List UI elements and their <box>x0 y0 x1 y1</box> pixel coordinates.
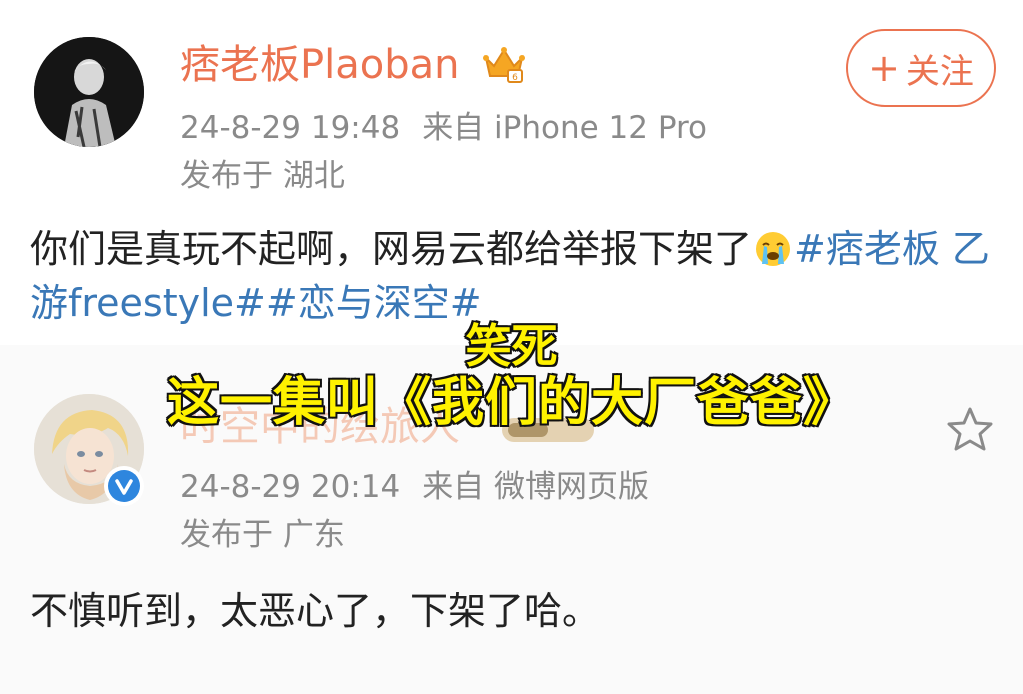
timestamp: 24-8-29 20:14 <box>180 469 401 505</box>
subtitle-line-2: 这一集叫《我们的大厂爸爸》 <box>165 372 856 435</box>
post-location: 发布于 湖北 <box>180 158 345 194</box>
avatar[interactable] <box>34 37 144 147</box>
post-text: 你们是真玩不起啊，网易云都给举报下架了 #痞老板 乙游freestyle##恋与… <box>30 222 990 330</box>
weibo-post-1: 痞老板Plaoban 6 24-8-29 19:48 来自 iPhone 12 P… <box>0 0 1023 345</box>
post-source: 来自 微博网页版 <box>422 469 650 505</box>
crying-face-icon <box>756 232 791 266</box>
follow-label: 关注 <box>905 51 974 92</box>
subtitle-line-1: 笑死 <box>464 318 559 375</box>
plus-icon: + <box>868 46 900 90</box>
post-text: 不慎听到，太恶心了，下架了哈。 <box>30 589 601 633</box>
verified-badge <box>104 466 144 506</box>
crown-icon: 6 <box>483 47 525 83</box>
post-meta: 24-8-29 20:14 来自 微博网页版 <box>180 469 649 505</box>
username[interactable]: 痞老板Plaoban <box>180 42 459 88</box>
post-source: 来自 iPhone 12 Pro <box>422 110 708 146</box>
post-meta: 24-8-29 19:48 来自 iPhone 12 Pro <box>180 110 707 146</box>
follow-button[interactable]: + 关注 <box>846 29 996 107</box>
timestamp: 24-8-29 19:48 <box>180 110 401 146</box>
post-location: 发布于 广东 <box>180 517 345 553</box>
svg-text:6: 6 <box>512 73 518 83</box>
verified-icon <box>108 470 140 502</box>
post-body: 你们是真玩不起啊，网易云都给举报下架了 <box>30 227 753 271</box>
